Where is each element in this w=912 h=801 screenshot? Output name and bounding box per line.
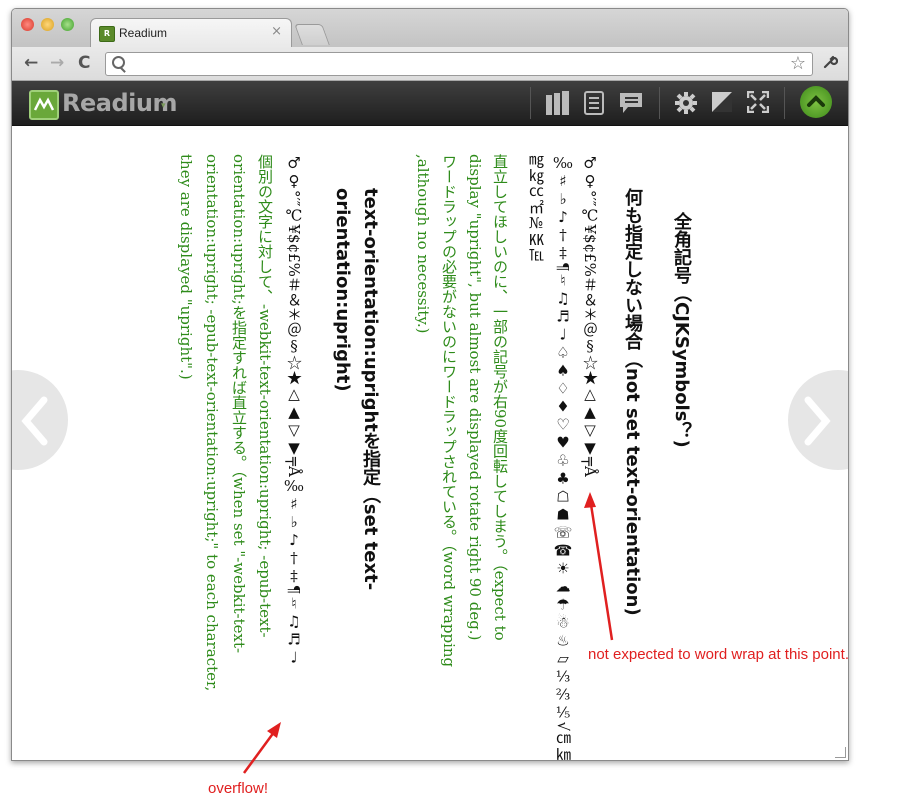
arrow-overflow [242, 727, 279, 774]
annotation-arrows [242, 492, 614, 774]
arrow-not-expected [588, 497, 614, 641]
annotation-not-expected: not expected to word wrap at this point. [588, 646, 849, 663]
arrow-head-not-expected [584, 492, 596, 508]
arrow-head-overflow [267, 722, 281, 738]
annotation-overflow: overflow! [208, 780, 269, 797]
